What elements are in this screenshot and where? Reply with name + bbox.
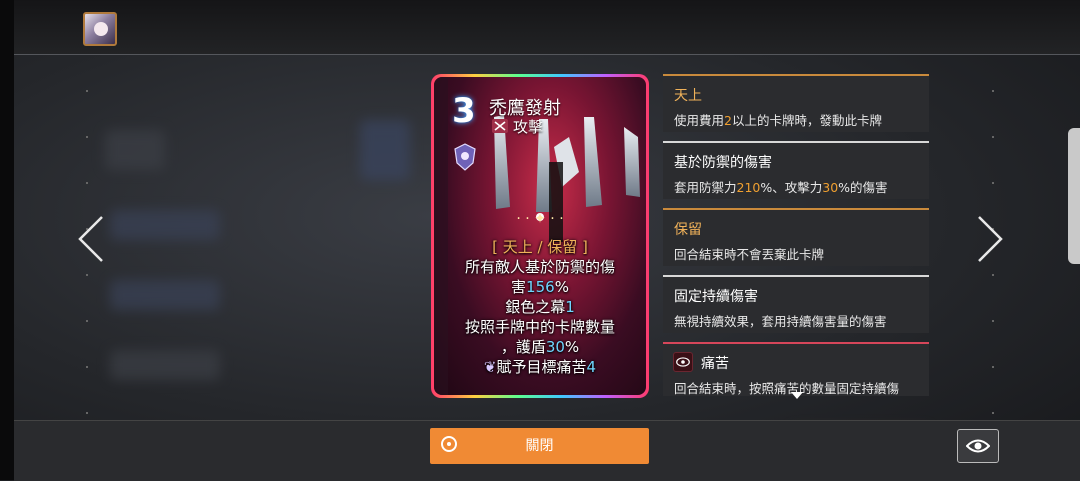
close-button[interactable]: 關閉 bbox=[430, 428, 649, 464]
card-text-line: 害156% bbox=[434, 277, 646, 297]
card-number: 156 bbox=[526, 278, 555, 296]
keyword-desc-highlight: 2 bbox=[724, 113, 732, 128]
card-text-line: 銀色之幕1 bbox=[434, 297, 646, 317]
keyword-title: 保留 bbox=[674, 222, 702, 238]
card[interactable]: · · ✦ · · 3 禿鷹發射 攻擊 [ 天上 / 保留 ] 所有敵人基於防禦… bbox=[431, 74, 649, 398]
keyword-item-pain: 痛苦 回合結束時，按照痛苦的數量固定持續傷 bbox=[663, 342, 929, 396]
next-arrow[interactable] bbox=[975, 215, 1005, 263]
card-face: · · ✦ · · 3 禿鷹發射 攻擊 [ 天上 / 保留 ] 所有敵人基於防禦… bbox=[434, 77, 646, 395]
card-text-line: 所有敵人基於防禦的傷 bbox=[434, 257, 646, 277]
card-keywords: [ 天上 / 保留 ] bbox=[492, 238, 588, 256]
shield-crest-icon bbox=[454, 143, 476, 171]
card-number: 30 bbox=[545, 338, 565, 356]
keyword-desc-highlight: 210 bbox=[736, 180, 761, 195]
chevron-right-icon bbox=[978, 216, 1003, 262]
blurred-element bbox=[110, 210, 220, 240]
keyword-desc-highlight: 30 bbox=[822, 180, 839, 195]
left-edge bbox=[0, 0, 14, 480]
blurred-element bbox=[105, 130, 165, 170]
view-toggle-button[interactable] bbox=[957, 429, 999, 463]
keyword-desc-segment: %、攻擊力 bbox=[760, 180, 823, 195]
card-text-line: 按照手牌中的卡牌數量 bbox=[434, 317, 646, 337]
blurred-element bbox=[360, 120, 410, 180]
previous-arrow[interactable] bbox=[76, 215, 106, 263]
character-avatar[interactable] bbox=[83, 12, 117, 46]
keyword-title: 基於防禦的傷害 bbox=[674, 155, 772, 171]
keyword-title: 痛苦 bbox=[701, 356, 729, 372]
card-text-segment: 所有敵人基於防禦的傷 bbox=[464, 258, 615, 276]
close-button-label: 關閉 bbox=[525, 438, 554, 454]
card-description: [ 天上 / 保留 ] 所有敵人基於防禦的傷 害156% 銀色之幕1 按照手牌中… bbox=[434, 237, 646, 377]
card-text-segment: 銀色之幕 bbox=[505, 298, 566, 316]
crossed-swords-icon bbox=[492, 119, 508, 133]
keyword-desc: 回合結束時不會丟棄此卡牌 bbox=[674, 247, 825, 262]
keyword-title: 天上 bbox=[674, 88, 702, 104]
keyword-item-tianshang: 天上 使用費用2以上的卡牌時，發動此卡牌 bbox=[663, 74, 929, 132]
keyword-desc: 使用費用2以上的卡牌時，發動此卡牌 bbox=[674, 110, 882, 129]
keyword-desc-segment: 以上的卡牌時，發動此卡牌 bbox=[731, 113, 882, 128]
pain-mini-icon: ❦ bbox=[483, 358, 497, 376]
card-text-line: ❦賦予目標痛苦4 bbox=[434, 357, 646, 377]
scroll-down-indicator-icon[interactable] bbox=[791, 392, 803, 399]
card-text-segment: 按照手牌中的卡牌數量 bbox=[464, 318, 615, 336]
card-type: 攻擊 bbox=[513, 118, 544, 136]
top-bar bbox=[14, 0, 1080, 55]
keyword-desc-segment: 使用費用 bbox=[674, 113, 725, 128]
card-number: 1 bbox=[565, 298, 575, 316]
card-text-line: ，護盾30% bbox=[434, 337, 646, 357]
blurred-element bbox=[110, 280, 220, 310]
keyword-desc-segment: %的傷害 bbox=[838, 180, 888, 195]
keyword-item-fixed-dot: 固定持續傷害 無視持續效果，套用持續傷害量的傷害 bbox=[663, 275, 929, 333]
keyword-panel[interactable]: 天上 使用費用2以上的卡牌時，發動此卡牌 基於防禦的傷害 套用防禦力210%、攻… bbox=[663, 74, 929, 396]
keyword-item-retain: 保留 回合結束時不會丟棄此卡牌 bbox=[663, 208, 929, 266]
keyword-desc: 回合結束時，按照痛苦的數量固定持續傷 bbox=[674, 381, 900, 396]
card-text-segment: ，護盾 bbox=[500, 338, 546, 356]
card-text-segment: 賦予目標痛苦 bbox=[496, 358, 587, 376]
svg-text:· · ✦ · ·: · · ✦ · · bbox=[516, 211, 563, 227]
blurred-element bbox=[110, 350, 220, 380]
eye-icon bbox=[966, 439, 990, 453]
card-text-segment: 害 bbox=[511, 278, 527, 296]
card-text-segment: % bbox=[554, 278, 569, 296]
card-text-segment: % bbox=[564, 338, 580, 356]
keyword-desc: 套用防禦力210%、攻擊力30%的傷害 bbox=[674, 177, 888, 196]
side-scroll-handle[interactable] bbox=[1068, 128, 1080, 264]
eye-badge-icon bbox=[673, 352, 693, 372]
chevron-left-icon bbox=[78, 216, 103, 262]
keyword-item-defense-damage: 基於防禦的傷害 套用防禦力210%、攻擊力30%的傷害 bbox=[663, 141, 929, 199]
card-cost: 3 bbox=[452, 91, 476, 131]
keyword-desc-segment: 套用防禦力 bbox=[674, 180, 737, 195]
keyword-title: 固定持續傷害 bbox=[674, 289, 758, 305]
card-number: 4 bbox=[586, 358, 597, 376]
keyword-desc: 無視持續效果，套用持續傷害量的傷害 bbox=[674, 314, 887, 329]
